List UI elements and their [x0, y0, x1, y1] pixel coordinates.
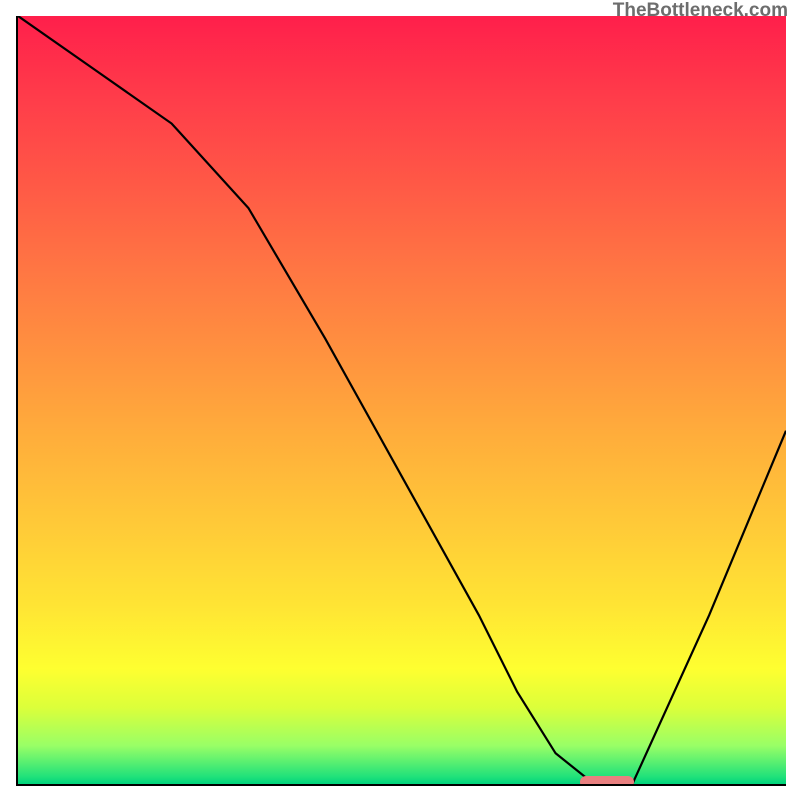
chart-container: TheBottleneck.com: [0, 0, 800, 800]
optimal-marker: [580, 776, 634, 786]
bottleneck-curve: [18, 16, 786, 784]
plot-area: [16, 16, 786, 786]
